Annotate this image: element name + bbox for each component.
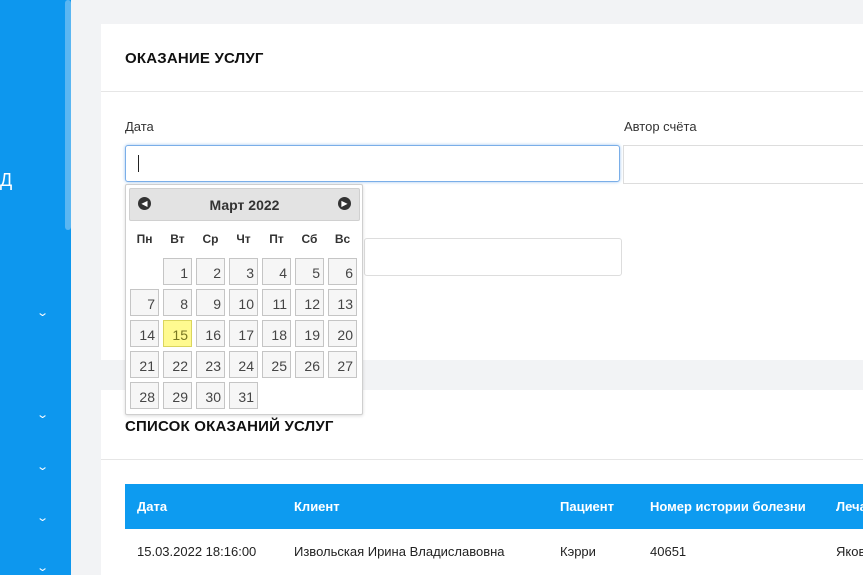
form-input[interactable] [364,238,622,276]
weekday-header: Чт [236,232,251,246]
services-list-card: СПИСОК ОКАЗАНИЙ УСЛУГ Дата Клиент Пациен… [101,390,863,575]
next-month-icon[interactable]: ▶ [338,197,351,210]
calendar-day[interactable]: 3 [229,258,258,285]
calendar-day[interactable]: 14 [130,320,159,347]
weekday-header: Пн [136,232,153,246]
column-header-patient[interactable]: Пациент [560,499,614,514]
datepicker-header: ◀ Март 2022 ▶ [129,188,360,221]
column-header-doctor[interactable]: Леча [836,499,863,514]
calendar-day[interactable]: 20 [328,320,357,347]
calendar-day[interactable]: 1 [163,258,192,285]
calendar-day[interactable]: 18 [262,320,291,347]
calendar-day[interactable]: 25 [262,351,291,378]
datepicker: ◀ Март 2022 ▶ Пн Вт Ср Чт Пт Сб Вс 1 2 3 4 5 6 7 8 9 10 1… [125,184,363,415]
calendar-day[interactable]: 5 [295,258,324,285]
weekday-header: Ср [202,232,219,246]
text-caret [138,155,139,172]
sidebar-letter: Д [0,170,13,190]
weekday-header: Сб [301,232,318,246]
calendar-day[interactable]: 19 [295,320,324,347]
calendar-day[interactable]: 9 [196,289,225,316]
calendar-day[interactable]: 12 [295,289,324,316]
calendar-day[interactable]: 23 [196,351,225,378]
list-title: СПИСОК ОКАЗАНИЙ УСЛУГ [125,418,334,435]
date-input[interactable] [125,145,620,182]
calendar-day[interactable]: 11 [262,289,291,316]
weekday-header: Вт [170,232,185,246]
chevron-down-icon[interactable]: ⌄ [36,563,49,574]
calendar-day[interactable]: 10 [229,289,258,316]
calendar-day[interactable]: 21 [130,351,159,378]
cell-client: Извольская Ирина Владиславовна [294,544,505,559]
date-label: Дата [125,119,154,134]
datepicker-month-title: Март 2022 [209,197,280,213]
calendar-day[interactable]: 8 [163,289,192,316]
calendar-day[interactable]: 26 [295,351,324,378]
author-label: Автор счёта [624,119,697,134]
column-header-date[interactable]: Дата [137,499,167,514]
calendar-day[interactable]: 27 [328,351,357,378]
cell-history-number: 40651 [650,544,687,559]
divider [101,91,863,92]
calendar-day[interactable]: 2 [196,258,225,285]
chevron-down-icon[interactable]: ⌄ [36,462,49,473]
table-row[interactable]: 15.03.2022 18:16:00 Извольская Ирина Вла… [125,529,863,575]
page-title: ОКАЗАНИЕ УСЛУГ [125,50,264,67]
chevron-down-icon[interactable]: ⌄ [36,308,49,319]
author-input[interactable] [623,145,863,184]
calendar-day[interactable]: 13 [328,289,357,316]
sidebar: Д ⌄ ⌄ ⌄ ⌄ ⌄ [0,0,71,575]
calendar-day-today[interactable]: 15 [163,320,192,347]
calendar-day[interactable]: 29 [163,382,192,409]
calendar-day[interactable]: 4 [262,258,291,285]
calendar-day[interactable]: 16 [196,320,225,347]
calendar-day[interactable]: 6 [328,258,357,285]
cell-doctor: Яков [836,544,863,559]
calendar-day[interactable]: 22 [163,351,192,378]
calendar-day[interactable]: 30 [196,382,225,409]
sidebar-scrollbar[interactable] [65,0,71,230]
column-header-history-number[interactable]: Номер истории болезни [650,499,806,514]
calendar-day[interactable]: 31 [229,382,258,409]
weekday-header: Пт [269,232,284,246]
table-header: Дата Клиент Пациент Номер истории болезн… [125,484,863,529]
column-header-client[interactable]: Клиент [294,499,340,514]
chevron-down-icon[interactable]: ⌄ [36,513,49,524]
calendar-day[interactable]: 17 [229,320,258,347]
chevron-down-icon[interactable]: ⌄ [36,410,49,421]
cell-date: 15.03.2022 18:16:00 [137,544,257,559]
divider [101,459,863,460]
weekday-header: Вс [334,232,351,246]
cell-patient: Кэрри [560,544,596,559]
calendar-day[interactable]: 28 [130,382,159,409]
calendar-day[interactable]: 7 [130,289,159,316]
calendar-day[interactable]: 24 [229,351,258,378]
